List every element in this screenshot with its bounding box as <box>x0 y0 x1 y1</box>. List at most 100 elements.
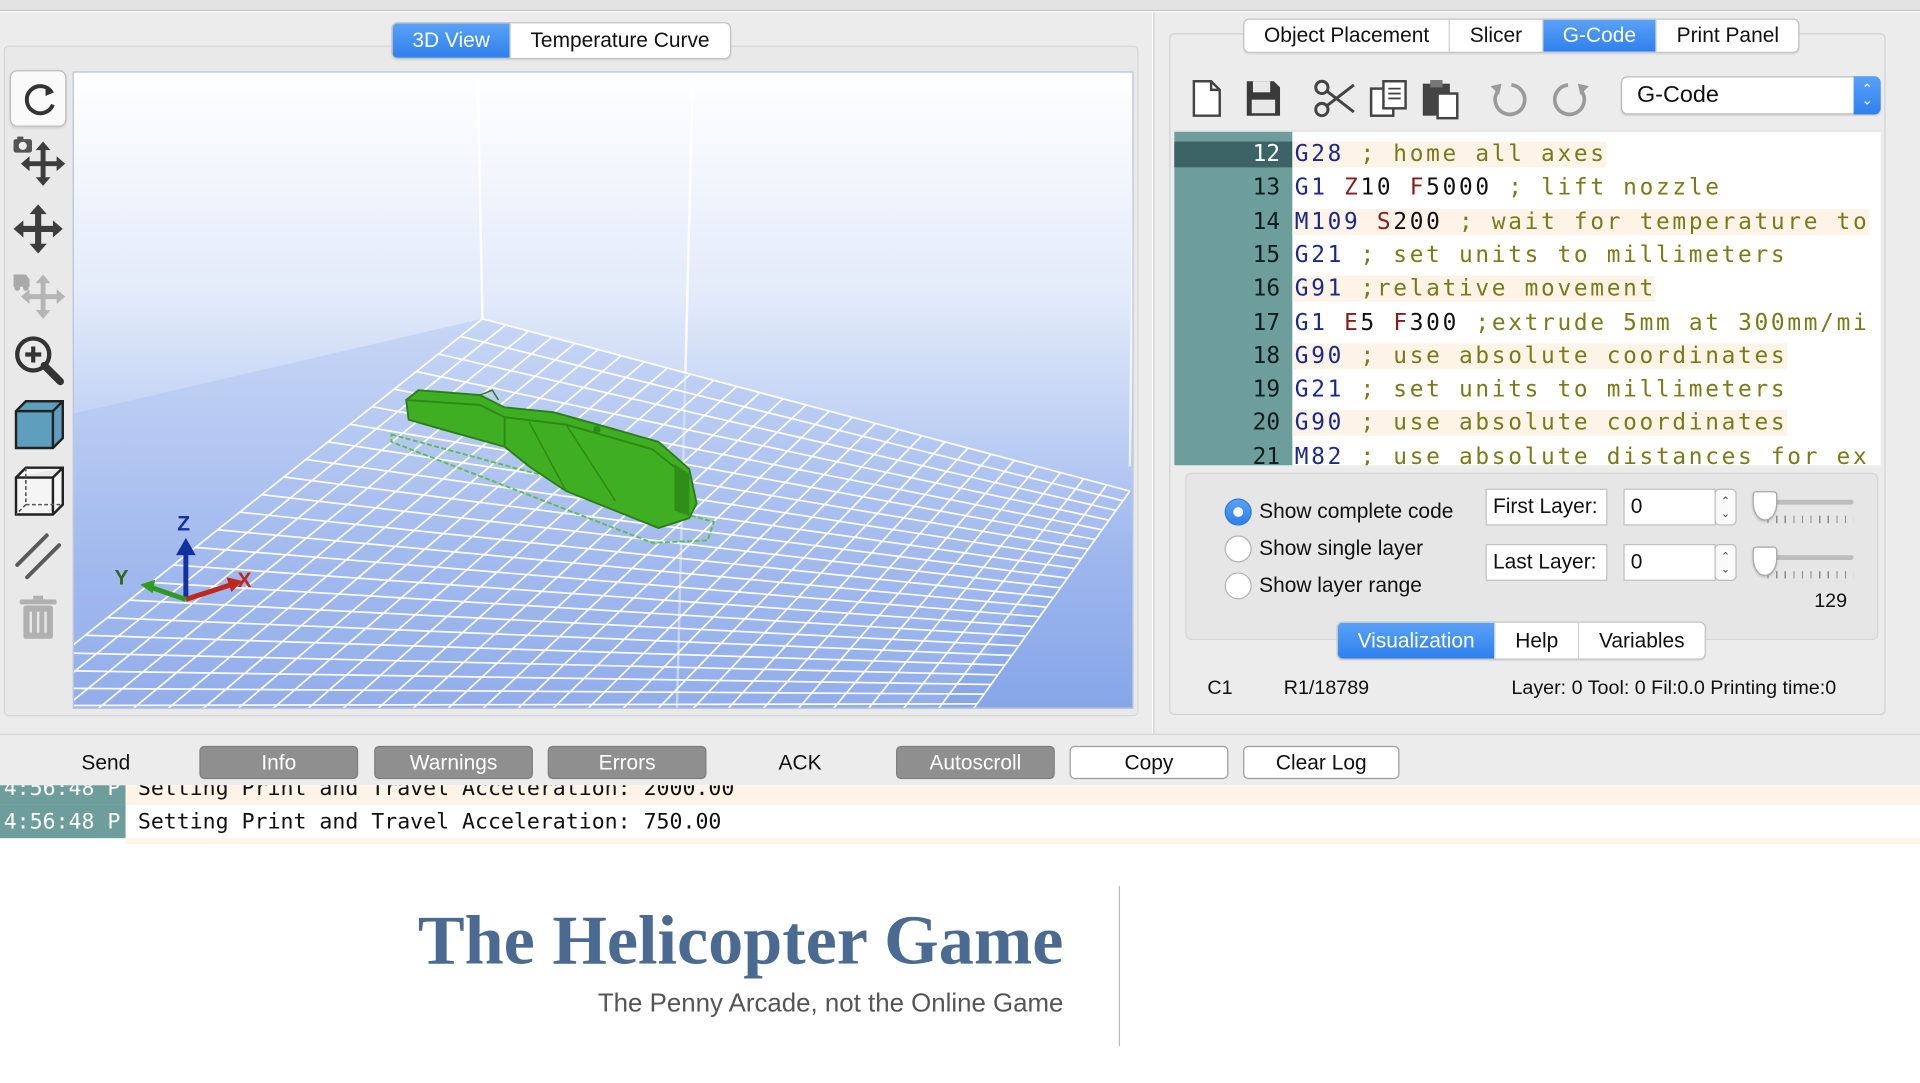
tab-object-placement-label: Object Placement <box>1264 23 1430 47</box>
tab-help[interactable]: Help <box>1496 622 1580 659</box>
code-token: M109 <box>1294 208 1361 235</box>
code-type-select[interactable]: G-Code ⌃ ⌄ <box>1620 76 1881 115</box>
visualization-tab-bar: Visualization Help Variables <box>1336 621 1706 660</box>
code-token: ; wait for temperature to <box>1442 208 1870 235</box>
code-line[interactable]: 16 G91 ;relative movement <box>1174 272 1880 305</box>
undo-icon[interactable] <box>1484 74 1533 123</box>
code-text: G1 Z10 F5000 ; lift nozzle <box>1292 175 1721 201</box>
tab-3d-view[interactable]: 3D View <box>392 23 511 58</box>
code-text: G28 ; home all axes <box>1292 141 1607 168</box>
cube-solid-icon[interactable] <box>10 395 67 452</box>
code-token: ; set units to millimeters <box>1344 242 1788 269</box>
copy-icon[interactable] <box>1364 74 1413 123</box>
trash-icon[interactable] <box>10 590 67 647</box>
ack-toggle-button[interactable]: ACK <box>745 746 856 779</box>
code-token: ; home all axes <box>1344 141 1607 168</box>
camera-move-icon[interactable] <box>10 134 67 191</box>
paste-icon[interactable] <box>1415 74 1464 123</box>
code-line[interactable]: 20 G90 ; use absolute coordinates <box>1174 407 1880 440</box>
new-file-icon[interactable] <box>1182 74 1231 123</box>
errors-toggle-button[interactable]: Errors <box>547 745 707 780</box>
slide-divider <box>1118 886 1121 1047</box>
code-line[interactable]: 13 G1 Z10 F5000 ; lift nozzle <box>1174 171 1880 204</box>
radio-show-complete-code[interactable]: Show complete code <box>1224 498 1453 526</box>
3d-viewport[interactable]: Z X Y <box>72 71 1134 709</box>
code-type-select-value: G-Code <box>1636 81 1719 108</box>
cube-wireframe-icon[interactable] <box>10 462 67 519</box>
tab-variables[interactable]: Variables <box>1579 623 1704 659</box>
info-toggle-button[interactable]: Info <box>199 745 359 780</box>
gcode-editor[interactable]: 12 G28 ; home all axes 13 G1 Z10 F5000 ; li… <box>1174 130 1881 466</box>
radio-dot-icon <box>1224 572 1252 600</box>
code-token: ; use absolute coordinates <box>1344 410 1788 437</box>
code-line[interactable]: 21 M82 ; use absolute distances for ex <box>1174 440 1880 465</box>
radio-show-single-layer-label: Show single layer <box>1259 536 1424 561</box>
status-row: R1/18789 <box>1283 678 1370 700</box>
first-layer-stepper[interactable]: ⌃ ⌄ <box>1714 488 1737 526</box>
right-tab-bar: Object Placement Slicer G-Code Print Pan… <box>1243 18 1800 53</box>
chevron-updown-icon: ⌃ ⌄ <box>1853 76 1881 115</box>
code-text: G90 ; use absolute coordinates <box>1292 343 1788 369</box>
code-line[interactable]: 14 M109 S200 ; wait for temperature to <box>1174 205 1880 238</box>
tab-gcode[interactable]: G-Code <box>1543 19 1657 52</box>
code-text: G1 E5 F300 ;extrude 5mm at 300mm/mi <box>1292 310 1869 336</box>
log-timestamp: 4:56:48 P <box>0 785 126 805</box>
axis-z-label: Z <box>177 512 190 535</box>
code-token: ; use absolute distances for ex <box>1344 443 1870 466</box>
save-icon[interactable] <box>1238 74 1287 123</box>
tab-object-placement[interactable]: Object Placement <box>1244 19 1451 52</box>
move-icon[interactable] <box>10 201 67 258</box>
tab-temperature-curve[interactable]: Temperature Curve <box>511 23 729 57</box>
last-layer-stepper[interactable]: ⌃ ⌄ <box>1714 544 1737 581</box>
log-timestamp: 4:56:48 P <box>0 804 126 839</box>
tab-print-panel[interactable]: Print Panel <box>1657 20 1799 52</box>
warnings-toggle-button[interactable]: Warnings <box>374 745 533 780</box>
redo-icon[interactable] <box>1546 74 1595 123</box>
log-panel[interactable]: 4:56:48 P Setting Print and Travel Accel… <box>0 785 1920 845</box>
layer-max-value: 129 <box>1814 590 1848 612</box>
line-number: 15 <box>1252 242 1281 269</box>
tab-slicer[interactable]: Slicer <box>1450 19 1544 52</box>
radio-dot-checked-icon <box>1224 498 1252 526</box>
send-button[interactable]: Send <box>59 746 153 779</box>
log-message: Setting Print and Travel Acceleration: 2… <box>125 785 1920 805</box>
code-token: ;extrude 5mm at 300mm/mi <box>1459 309 1870 336</box>
last-layer-input[interactable]: 0 <box>1623 544 1716 581</box>
autoscroll-toggle-button[interactable]: Autoscroll <box>896 745 1055 780</box>
screenshot-stage: 3D View Temperature Curve Z X Y Object P… <box>0 0 1920 1083</box>
code-token: M82 <box>1294 443 1345 466</box>
refresh-icon[interactable] <box>9 70 67 127</box>
code-token: G21 <box>1294 242 1345 269</box>
zoom-in-icon[interactable] <box>10 331 67 388</box>
tab-3d-view-label: 3D View <box>412 28 490 52</box>
cut-icon[interactable] <box>1310 74 1359 123</box>
code-token: S <box>1376 208 1394 235</box>
code-line[interactable]: 19 G21 ; set units to millimeters <box>1174 373 1880 406</box>
move-object-icon[interactable] <box>10 267 67 324</box>
code-line[interactable]: 12 G28 ; home all axes <box>1174 138 1880 171</box>
tab-visualization-label: Visualization <box>1357 628 1475 652</box>
tab-print-panel-label: Print Panel <box>1676 23 1780 47</box>
last-layer-slider[interactable] <box>1752 546 1856 583</box>
code-text: G21 ; set units to millimeters <box>1292 377 1787 403</box>
radio-show-single-layer[interactable]: Show single layer <box>1224 535 1424 563</box>
clear-log-button[interactable]: Clear Log <box>1243 745 1400 780</box>
line-number: 14 <box>1252 208 1281 235</box>
code-line[interactable]: 17 G1 E5 F300 ;extrude 5mm at 300mm/mi <box>1174 306 1880 339</box>
slash-icon[interactable] <box>10 528 67 585</box>
line-number: 12 <box>1174 141 1293 168</box>
first-layer-input[interactable]: 0 <box>1623 488 1716 526</box>
code-token: G90 <box>1294 410 1345 437</box>
code-line[interactable]: 18 G90 ; use absolute coordinates <box>1174 339 1880 372</box>
code-line[interactable]: 15 G21 ; set units to millimeters <box>1174 239 1880 272</box>
code-token: G1 <box>1294 175 1328 201</box>
radio-show-layer-range[interactable]: Show layer range <box>1224 572 1422 600</box>
first-layer-slider[interactable] <box>1752 491 1856 528</box>
tab-visualization[interactable]: Visualization <box>1337 622 1496 659</box>
bed-back-edge <box>476 72 484 319</box>
copy-log-button[interactable]: Copy <box>1069 745 1229 780</box>
line-number: 16 <box>1252 275 1281 302</box>
